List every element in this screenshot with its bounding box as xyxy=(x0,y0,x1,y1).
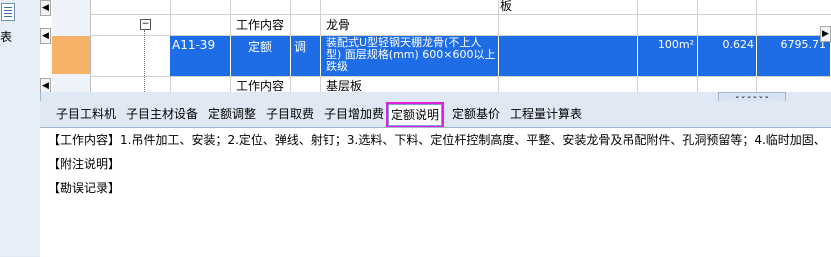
scroll-left-arrow-icon[interactable]: ◀ xyxy=(40,0,51,16)
tab-extra-fee[interactable]: 子目增加费 xyxy=(322,104,386,124)
scroll-left-arrow-icon[interactable]: ◀ xyxy=(40,78,51,92)
tab-quota-description[interactable]: 定额说明 xyxy=(385,102,445,128)
grid-cell-qty: 0.624 xyxy=(722,38,755,51)
tab-quantity-calc[interactable]: 工程量计算表 xyxy=(508,104,584,124)
grid-cell-type: 工作内容 xyxy=(236,79,285,92)
left-panel-strip: 表 xyxy=(0,0,41,256)
scroll-right-arrow-icon[interactable]: ▶ xyxy=(820,26,831,42)
notes-text: 【附注说明】 xyxy=(48,157,121,171)
description-panel: 【工作内容】1.吊件加工、安装；2.定位、弹线、射钉；3.选料、下料、定位杆控制… xyxy=(40,127,831,257)
work-content-text: 【工作内容】1.吊件加工、安装；2.定位、弹线、射钉；3.选料、下料、定位杆控制… xyxy=(48,133,826,147)
tab-item-labor-material[interactable]: 子目工料机 xyxy=(54,104,118,124)
grid-cell-amount: 6795.71 xyxy=(780,38,827,51)
quota-grid[interactable]: ◀ ◀ ◀ 板 − 工作内容 龙骨 A11-39 定额 调 装配式U型轻钢天棚龙… xyxy=(40,0,831,92)
tab-quota-adjust[interactable]: 定额调整 xyxy=(206,104,258,124)
tab-quota-base-price[interactable]: 定额基价 xyxy=(450,104,502,124)
tree-collapse-icon[interactable]: − xyxy=(140,19,151,30)
grid-cell-name: 板 xyxy=(500,0,513,13)
scroll-left-arrow-icon[interactable]: ◀ xyxy=(40,28,51,44)
grid-cell-name: 基层板 xyxy=(326,79,363,92)
document-icon[interactable] xyxy=(1,3,15,21)
grid-cell-code: A11-39 xyxy=(172,38,216,52)
grid-cell-type: 定额 xyxy=(248,40,273,54)
tab-bar: 子目工料机 子目主材设备 定额调整 子目取费 子目增加费 定额说明 定额基价 工… xyxy=(40,101,831,128)
table-row-selected[interactable]: A11-39 定额 调 装配式U型轻钢天棚龙骨(不上人型) 面层规格(mm) 6… xyxy=(170,36,830,76)
errata-text: 【勘误记录】 xyxy=(48,181,121,195)
grid-cell-name: 龙骨 xyxy=(326,18,351,32)
grid-cell-unit: 100m² xyxy=(657,38,694,51)
selected-row-marker[interactable] xyxy=(52,36,90,74)
tab-main-material-equipment[interactable]: 子目主材设备 xyxy=(124,104,200,124)
tree-line xyxy=(144,30,146,92)
grid-cell-type: 工作内容 xyxy=(236,18,285,32)
grid-cell-flag: 调 xyxy=(294,40,307,54)
tab-fee[interactable]: 子目取费 xyxy=(264,104,316,124)
left-panel-label: 表 xyxy=(0,30,13,44)
grid-cell-name: 装配式U型轻钢天棚龙骨(不上人型) 面层规格(mm) 600×600以上 跌级 xyxy=(326,36,496,73)
